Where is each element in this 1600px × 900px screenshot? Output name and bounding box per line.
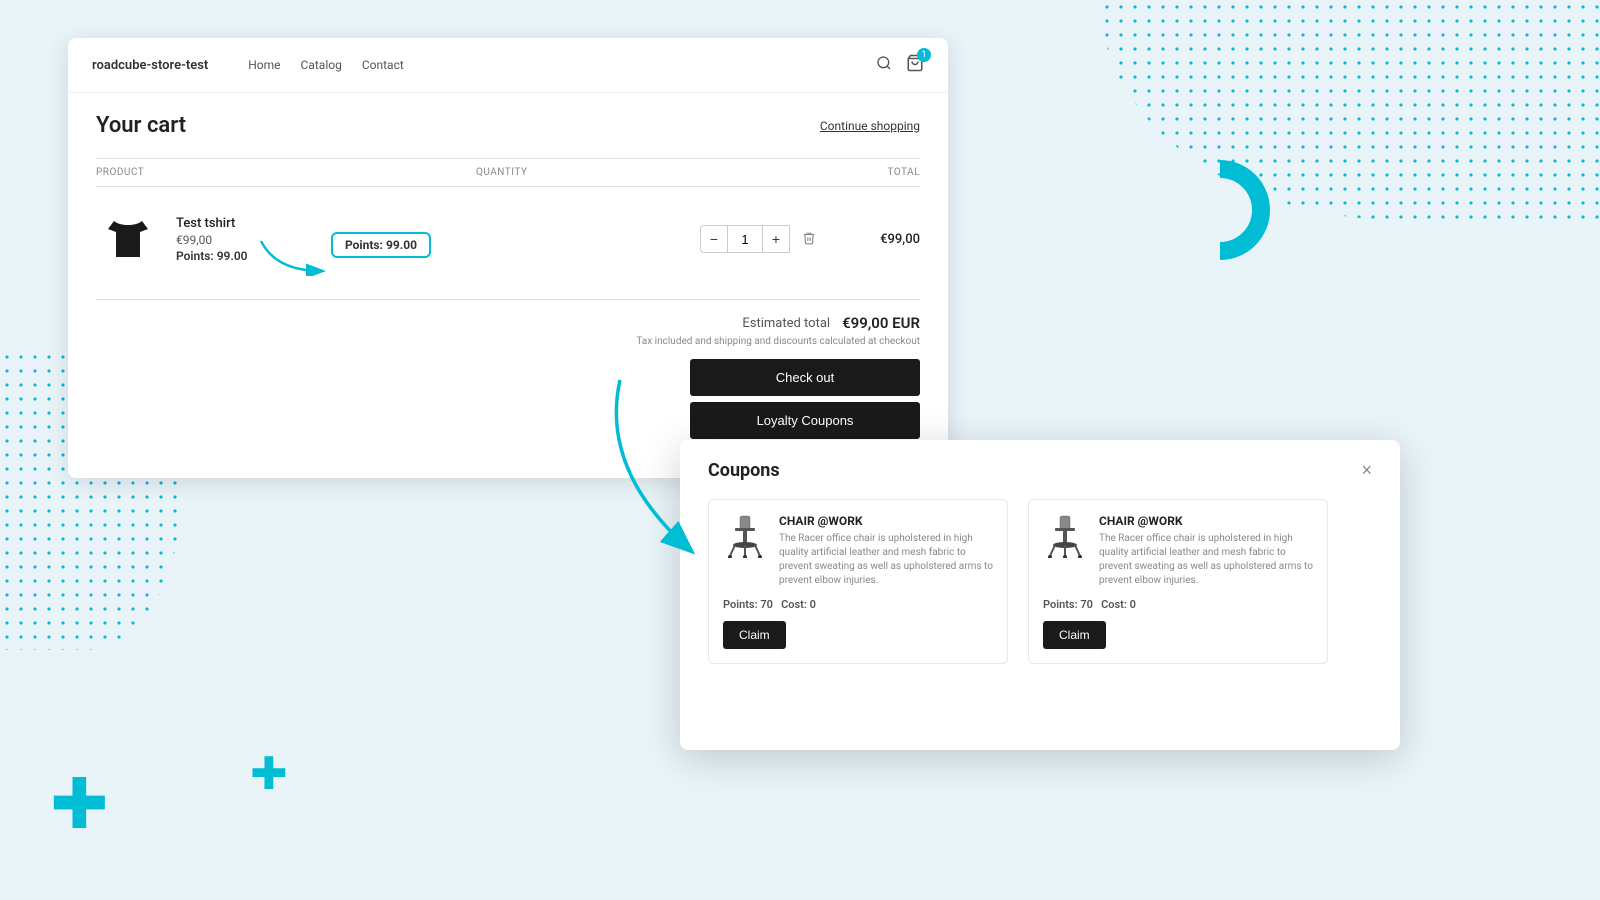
coupon-desc-1: The Racer office chair is upholstered in… xyxy=(779,532,993,588)
cart-table-header: PRODUCT QUANTITY TOTAL xyxy=(96,158,920,187)
bg-circle-decoration xyxy=(1170,160,1270,260)
tax-note: Tax included and shipping and discounts … xyxy=(636,336,920,347)
points-tooltip: Points: 99.00 xyxy=(331,232,431,258)
coupon-name-1: CHAIR @WORK xyxy=(779,514,993,528)
coupon-card-2: CHAIR @WORK The Racer office chair is up… xyxy=(1028,499,1328,664)
coupon-card-1: CHAIR @WORK The Racer office chair is up… xyxy=(708,499,1008,664)
claim-button-2[interactable]: Claim xyxy=(1043,621,1106,649)
qty-decrease-button[interactable]: − xyxy=(700,225,728,253)
nav-bar: roadcube-store-test Home Catalog Contact… xyxy=(68,38,948,93)
modal-header: Coupons × xyxy=(708,460,1372,481)
search-icon[interactable] xyxy=(876,55,892,75)
cart-content: Your cart Continue shopping PRODUCT QUAN… xyxy=(68,93,948,459)
continue-shopping-link[interactable]: Continue shopping xyxy=(820,119,920,133)
coupon-top-2: CHAIR @WORK The Racer office chair is up… xyxy=(1043,514,1313,588)
nav-link-home[interactable]: Home xyxy=(248,58,280,72)
coupon-meta-1: Points: 70 Cost: 0 xyxy=(723,598,993,611)
coupon-image-2 xyxy=(1043,514,1087,558)
qty-increase-button[interactable]: + xyxy=(762,225,790,253)
nav-link-contact[interactable]: Contact xyxy=(362,58,404,72)
col-quantity-header: QUANTITY xyxy=(476,167,616,178)
item-image xyxy=(96,207,160,271)
bg-plus-small-icon: ✚ xyxy=(250,747,288,800)
nav-links: Home Catalog Contact xyxy=(248,58,876,72)
delete-item-button[interactable] xyxy=(802,230,816,249)
cart-item: Test tshirt €99,00 Points: 99.00 Points:… xyxy=(96,195,920,283)
modal-close-button[interactable]: × xyxy=(1361,460,1372,481)
bg-dots-decoration xyxy=(1100,0,1600,220)
cart-window: roadcube-store-test Home Catalog Contact… xyxy=(68,38,948,478)
points-arrow-icon xyxy=(256,236,336,276)
nav-icons: 1 xyxy=(876,54,924,76)
estimated-value: €99,00 EUR xyxy=(842,314,920,332)
bg-plus-large-icon: ✚ xyxy=(50,770,109,840)
coupon-top-1: CHAIR @WORK The Racer office chair is up… xyxy=(723,514,993,588)
nav-logo: roadcube-store-test xyxy=(92,58,208,73)
coupon-desc-2: The Racer office chair is upholstered in… xyxy=(1099,532,1313,588)
coupon-info-1: CHAIR @WORK The Racer office chair is up… xyxy=(779,514,993,588)
cart-header: Your cart Continue shopping xyxy=(96,113,920,138)
coupon-name-2: CHAIR @WORK xyxy=(1099,514,1313,528)
curved-arrow-decoration xyxy=(590,370,750,570)
item-price: €99,00 xyxy=(176,233,700,247)
item-total: €99,00 xyxy=(840,232,920,247)
cart-icon[interactable]: 1 xyxy=(906,54,924,76)
claim-button-1[interactable]: Claim xyxy=(723,621,786,649)
item-info: Test tshirt €99,00 Points: 99.00 Points:… xyxy=(176,216,700,263)
cart-count-badge: 1 xyxy=(917,48,931,62)
col-total-header: TOTAL xyxy=(616,167,920,178)
nav-link-catalog[interactable]: Catalog xyxy=(301,58,342,72)
qty-input[interactable] xyxy=(728,225,762,253)
col-product-header: PRODUCT xyxy=(96,167,476,178)
coupon-info-2: CHAIR @WORK The Racer office chair is up… xyxy=(1099,514,1313,588)
estimated-label: Estimated total xyxy=(742,316,830,331)
estimated-total: Estimated total €99,00 EUR xyxy=(742,314,920,332)
qty-controls: − + xyxy=(700,225,840,253)
coupons-grid: CHAIR @WORK The Racer office chair is up… xyxy=(708,499,1372,664)
cart-title: Your cart xyxy=(96,113,186,138)
item-name: Test tshirt xyxy=(176,216,700,231)
item-points: Points: 99.00 xyxy=(176,249,700,263)
coupons-modal: Coupons × xyxy=(680,440,1400,750)
cart-summary: Estimated total €99,00 EUR Tax included … xyxy=(96,299,920,439)
coupon-meta-2: Points: 70 Cost: 0 xyxy=(1043,598,1313,611)
